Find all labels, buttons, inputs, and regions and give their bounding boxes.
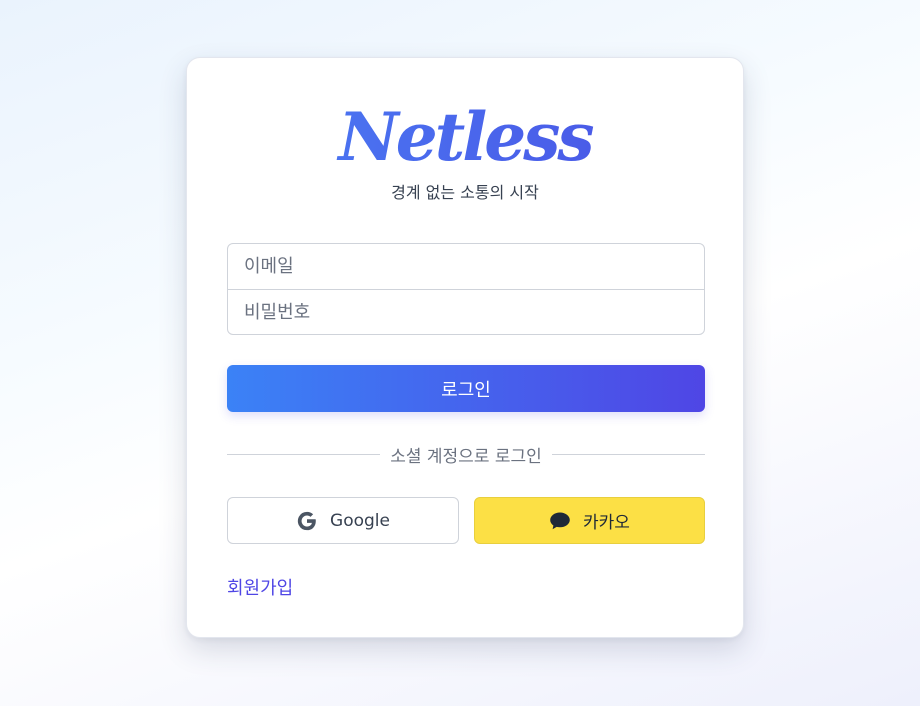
- tagline: 경계 없는 소통의 시작: [391, 183, 539, 202]
- google-login-label: Google: [330, 510, 390, 531]
- social-divider-label: 소셜 계정으로 로그인: [390, 446, 542, 467]
- netless-logo-wordmark: Netless: [336, 98, 596, 176]
- divider-line-left: [227, 453, 381, 455]
- password-input[interactable]: [228, 290, 704, 334]
- google-g-icon: [296, 510, 318, 532]
- chat-bubble-icon: [549, 511, 571, 531]
- email-input[interactable]: [228, 244, 704, 289]
- kakao-login-button[interactable]: 카카오: [474, 497, 705, 544]
- divider-line-right: [551, 453, 706, 455]
- login-button[interactable]: 로그인: [227, 365, 705, 412]
- logo-text: Netless: [336, 98, 593, 176]
- credential-fields: [227, 243, 705, 335]
- netless-logo: Netless: [187, 98, 743, 176]
- signup-link[interactable]: 회원가입: [227, 574, 293, 600]
- login-card: Netless 경계 없는 소통의 시작 로그인 소셜 계정으로 로그인 Goo…: [186, 57, 744, 638]
- kakao-login-label: 카카오: [583, 513, 630, 533]
- social-divider: 소셜 계정으로 로그인: [227, 442, 706, 467]
- google-login-button[interactable]: Google: [227, 497, 459, 544]
